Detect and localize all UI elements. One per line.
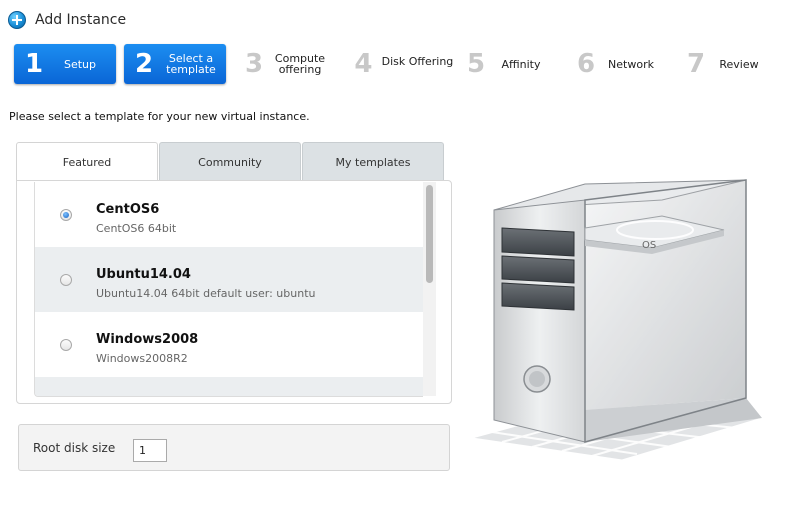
step-number: 5 [466,49,486,79]
step-number: 7 [686,49,706,79]
template-row-centos6[interactable]: CentOS6 CentOS6 64bit [35,182,423,247]
step-setup[interactable]: 1 Setup [14,44,116,84]
step-label: Setup [63,57,97,71]
template-description: Ubuntu14.04 64bit default user: ubuntu [96,287,316,300]
template-description: CentOS6 64bit [96,222,177,235]
root-disk-size-input[interactable] [133,439,167,462]
step-network[interactable]: 6 Network [566,44,666,84]
step-number: 3 [244,49,264,79]
template-name: CentOS6 [96,202,160,217]
step-label: Review [719,57,759,71]
scrollbar-thumb[interactable] [426,185,433,283]
template-row-windows2008[interactable]: Windows2008 Windows2008R2 [35,312,423,377]
step-select-template[interactable]: 2 Select a template [124,44,226,84]
step-number: 6 [576,49,596,79]
step-label: Affinity [501,57,541,71]
template-name: Windows2008 [96,332,199,347]
template-row-partial[interactable] [35,377,423,396]
step-affinity[interactable]: 5 Affinity [456,44,556,84]
step-label: Network [608,57,654,71]
root-disk-size-section: Root disk size [18,424,450,471]
step-disk-offering[interactable]: 4 Disk Offering [344,44,454,84]
tab-my-templates[interactable]: My templates [302,142,444,180]
add-icon [8,11,26,29]
template-list-panel: CentOS6 CentOS6 64bit Ubuntu14.04 Ubuntu… [16,180,452,404]
template-description: Windows2008R2 [96,352,188,365]
dialog-title: Add Instance [35,12,127,28]
template-list-scrollbar[interactable] [423,182,436,396]
template-name: Ubuntu14.04 [96,267,191,282]
template-row-ubuntu[interactable]: Ubuntu14.04 Ubuntu14.04 64bit default us… [35,247,423,312]
template-radio[interactable] [60,209,72,221]
step-review[interactable]: 7 Review [676,44,776,84]
step-label: Compute offering [274,52,326,76]
step-label: Select a template [166,52,216,76]
step-number: 4 [354,49,373,79]
step-number: 2 [134,49,154,79]
server-illustration: OS [462,170,772,470]
template-radio[interactable] [60,339,72,351]
step-number: 1 [24,49,44,79]
root-disk-size-label: Root disk size [33,441,116,455]
template-radio[interactable] [60,274,72,286]
step-label: Disk Offering [381,54,454,68]
instruction-text: Please select a template for your new vi… [9,110,310,123]
tab-community[interactable]: Community [159,142,301,180]
step-compute-offering[interactable]: 3 Compute offering [234,44,338,84]
template-list: CentOS6 CentOS6 64bit Ubuntu14.04 Ubuntu… [34,182,423,397]
server-tower-icon: OS [471,179,763,461]
tab-featured[interactable]: Featured [16,142,158,182]
dialog-title-bar: Add Instance [8,9,126,31]
os-label: OS [642,240,656,251]
